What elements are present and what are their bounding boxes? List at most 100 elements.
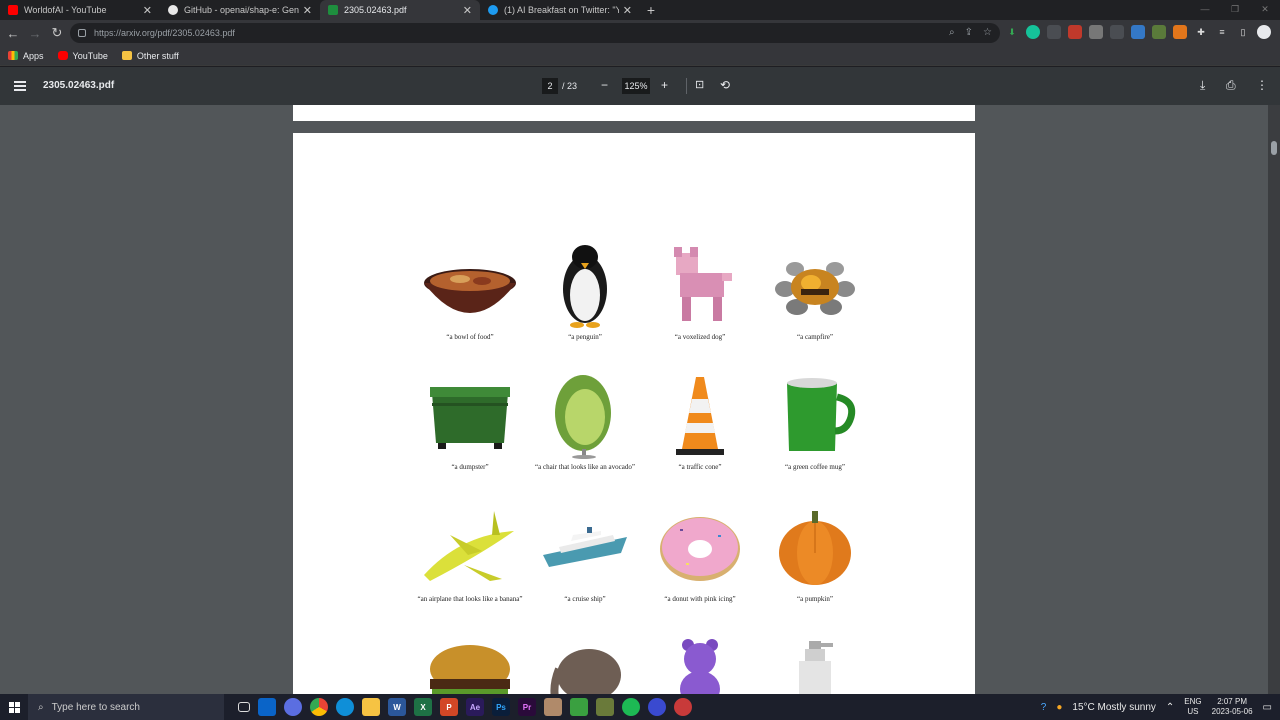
extension-icon[interactable] [1110, 25, 1124, 39]
pdf-title: 2305.02463.pdf [43, 80, 115, 91]
bookmark-star-icon[interactable]: ☆ [983, 27, 992, 38]
grammarly-icon[interactable] [1026, 25, 1040, 39]
extension-icon[interactable] [1131, 25, 1145, 39]
close-icon[interactable]: ✕ [623, 4, 632, 17]
download-extension-icon[interactable]: ⬇ [1005, 25, 1019, 39]
start-button[interactable] [0, 694, 28, 720]
zoom-level[interactable]: 125% [622, 78, 650, 94]
github-icon [168, 5, 178, 15]
photoshop-icon[interactable]: Ps [492, 698, 510, 716]
rotate-icon[interactable]: ⟲ [720, 78, 730, 92]
taskbar-search[interactable]: ⌕ Type here to search [28, 694, 224, 720]
menu-icon[interactable] [14, 81, 26, 91]
forward-button[interactable]: → [24, 22, 46, 44]
language-indicator[interactable]: ENG US [1184, 697, 1201, 717]
app-icon[interactable] [284, 698, 302, 716]
page-number-input[interactable] [542, 78, 558, 94]
puzzle-icon[interactable]: ✚ [1194, 25, 1208, 39]
cruise-ship-image [535, 505, 635, 591]
close-icon[interactable]: ✕ [303, 4, 312, 17]
lock-icon[interactable] [78, 29, 86, 37]
tab-twitter[interactable]: (1) AI Breakfast on Twitter: "Yes, C ✕ [480, 0, 640, 20]
caption: “a chair that looks like an avocado” [535, 463, 635, 471]
tab-github[interactable]: GitHub - openai/shap-e: Generat ✕ [160, 0, 320, 20]
new-tab-button[interactable]: + [640, 0, 662, 20]
reading-list-icon[interactable]: ≡ [1215, 25, 1229, 39]
address-bar[interactable]: ⌕ ⇪ ☆ [70, 23, 1000, 43]
date: 2023-05-06 [1211, 707, 1253, 716]
chrome-icon[interactable] [310, 698, 328, 716]
zoom-in-icon[interactable]: + [661, 78, 668, 92]
spotify-icon[interactable] [622, 698, 640, 716]
banana-airplane-image [420, 505, 520, 591]
app-icon[interactable] [544, 698, 562, 716]
bookmark-youtube[interactable]: YouTube [57, 51, 108, 61]
tab-youtube[interactable]: WorldofAI - YouTube ✕ [0, 0, 160, 20]
excel-icon[interactable]: X [414, 698, 432, 716]
coffee-mug-image [765, 373, 865, 459]
powerpoint-icon[interactable]: P [440, 698, 458, 716]
extension-icon[interactable] [1068, 25, 1082, 39]
chevron-up-icon[interactable]: ⌃ [1166, 702, 1174, 713]
clock[interactable]: 2:07 PM 2023-05-06 [1212, 697, 1253, 717]
word-icon[interactable]: W [388, 698, 406, 716]
app-icon[interactable] [596, 698, 614, 716]
metamask-icon[interactable] [1173, 25, 1187, 39]
side-panel-icon[interactable]: ▯ [1236, 25, 1250, 39]
print-icon[interactable]: ⎙ [1226, 78, 1236, 93]
outlook-icon[interactable] [258, 698, 276, 716]
reload-button[interactable]: ↻ [46, 22, 68, 44]
fit-page-icon[interactable]: ⊡ [695, 78, 704, 91]
app-icon[interactable] [674, 698, 692, 716]
bookmark-label: Other stuff [136, 50, 179, 61]
bowl-of-food-image [420, 243, 520, 329]
traffic-cone-image [650, 373, 750, 459]
extension-icon[interactable] [1047, 25, 1061, 39]
voxelized-dog-image [650, 243, 750, 329]
app-icon[interactable] [570, 698, 588, 716]
edge-icon[interactable] [336, 698, 354, 716]
notification-icon[interactable]: ▭ [1263, 702, 1272, 713]
bookmark-folder-other[interactable]: Other stuff [121, 50, 179, 61]
extensions-area: ⬇ ✚ ≡ ▯ ⋮ [1005, 25, 1280, 39]
pumpkin-image [765, 505, 865, 591]
donut-image [650, 505, 750, 591]
more-icon[interactable]: ⋮ [1256, 78, 1268, 92]
download-icon[interactable]: ⤓ [1200, 78, 1205, 93]
time: 2:07 PM [1217, 697, 1247, 706]
extension-icon[interactable] [1152, 25, 1166, 39]
app-icon[interactable] [648, 698, 666, 716]
close-window-icon[interactable]: ✕ [1250, 0, 1280, 18]
burger-image [420, 639, 520, 694]
avatar[interactable] [1257, 25, 1271, 39]
file-explorer-icon[interactable] [362, 698, 380, 716]
after-effects-icon[interactable]: Ae [466, 698, 484, 716]
tab-title: (1) AI Breakfast on Twitter: "Yes, C [504, 5, 619, 15]
url-input[interactable] [94, 28, 694, 38]
tab-pdf[interactable]: 2305.02463.pdf ✕ [320, 0, 480, 20]
omnibox-actions: ⌕ ⇪ ☆ [949, 27, 992, 38]
weather-icon: ● [1056, 701, 1063, 713]
maximize-icon[interactable]: ❐ [1220, 0, 1250, 18]
caption: “a bowl of food” [446, 333, 494, 341]
zoom-icon[interactable]: ⌕ [949, 27, 955, 38]
extension-icon[interactable] [1089, 25, 1103, 39]
zoom-out-icon[interactable]: − [601, 78, 608, 92]
close-icon[interactable]: ✕ [143, 4, 152, 17]
language-code: ENG [1184, 697, 1202, 706]
task-view-icon[interactable] [238, 702, 250, 712]
weather-text[interactable]: 15°C Mostly sunny [1072, 702, 1155, 713]
premiere-icon[interactable]: Pr [518, 698, 536, 716]
bookmark-apps[interactable]: Apps [8, 51, 44, 61]
close-icon[interactable]: ✕ [463, 4, 472, 17]
minimize-icon[interactable]: — [1190, 0, 1220, 18]
caption: “a cruise ship” [564, 595, 606, 603]
figure-item [760, 639, 870, 694]
scrollbar-thumb[interactable] [1271, 141, 1277, 155]
scrollbar[interactable] [1268, 105, 1280, 694]
help-icon[interactable]: ? [1041, 702, 1047, 713]
pdf-viewport[interactable]: “a bowl of food” “a penguin” “a voxelize… [0, 105, 1280, 694]
back-button[interactable]: ← [2, 22, 24, 44]
share-icon[interactable]: ⇪ [965, 27, 973, 38]
figure-item: “a voxelized dog” [645, 243, 755, 342]
